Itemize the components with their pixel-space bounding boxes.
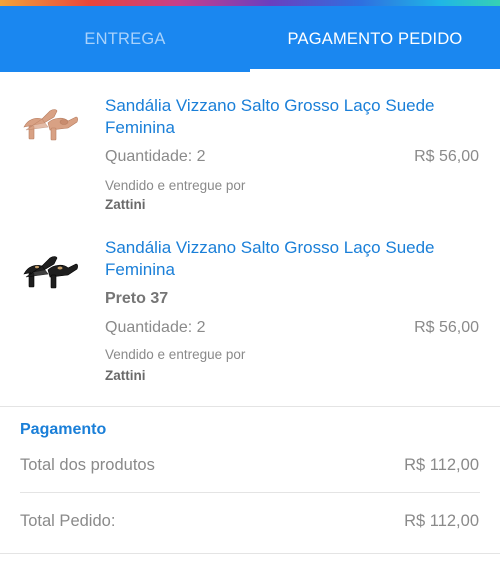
tab-bar: ENTREGA PAGAMENTO PEDIDO bbox=[0, 6, 500, 72]
active-tab-indicator bbox=[250, 69, 500, 72]
tab-entrega[interactable]: ENTREGA bbox=[0, 6, 250, 72]
payment-section-title: Pagamento bbox=[20, 421, 107, 438]
row-divider bbox=[20, 492, 480, 493]
section-divider bbox=[0, 553, 500, 554]
section-divider bbox=[0, 406, 500, 407]
seller-name: Zattini bbox=[105, 197, 146, 212]
tab-pagamento-pedido[interactable]: PAGAMENTO PEDIDO bbox=[250, 6, 500, 72]
product-title[interactable]: Sandália Vizzano Salto Grosso Laço Suede… bbox=[105, 95, 485, 139]
product-title[interactable]: Sandália Vizzano Salto Grosso Laço Suede… bbox=[105, 237, 485, 281]
order-total-value: R$ 112,00 bbox=[404, 512, 479, 530]
subtotal-value: R$ 112,00 bbox=[404, 456, 479, 474]
order-total-label: Total Pedido: bbox=[20, 512, 116, 530]
subtotal-label: Total dos produtos bbox=[20, 456, 155, 474]
item-price: R$ 56,00 bbox=[414, 148, 479, 165]
seller-name: Zattini bbox=[105, 368, 146, 383]
product-image[interactable] bbox=[20, 246, 80, 292]
item-price: R$ 56,00 bbox=[414, 319, 479, 336]
sold-by-label: Vendido e entregue por bbox=[105, 178, 246, 193]
product-variant: Preto 37 bbox=[105, 290, 169, 307]
sold-by-label: Vendido e entregue por bbox=[105, 347, 246, 362]
product-image[interactable] bbox=[20, 97, 80, 143]
quantity: Quantidade: 2 bbox=[105, 319, 206, 336]
quantity: Quantidade: 2 bbox=[105, 148, 206, 165]
